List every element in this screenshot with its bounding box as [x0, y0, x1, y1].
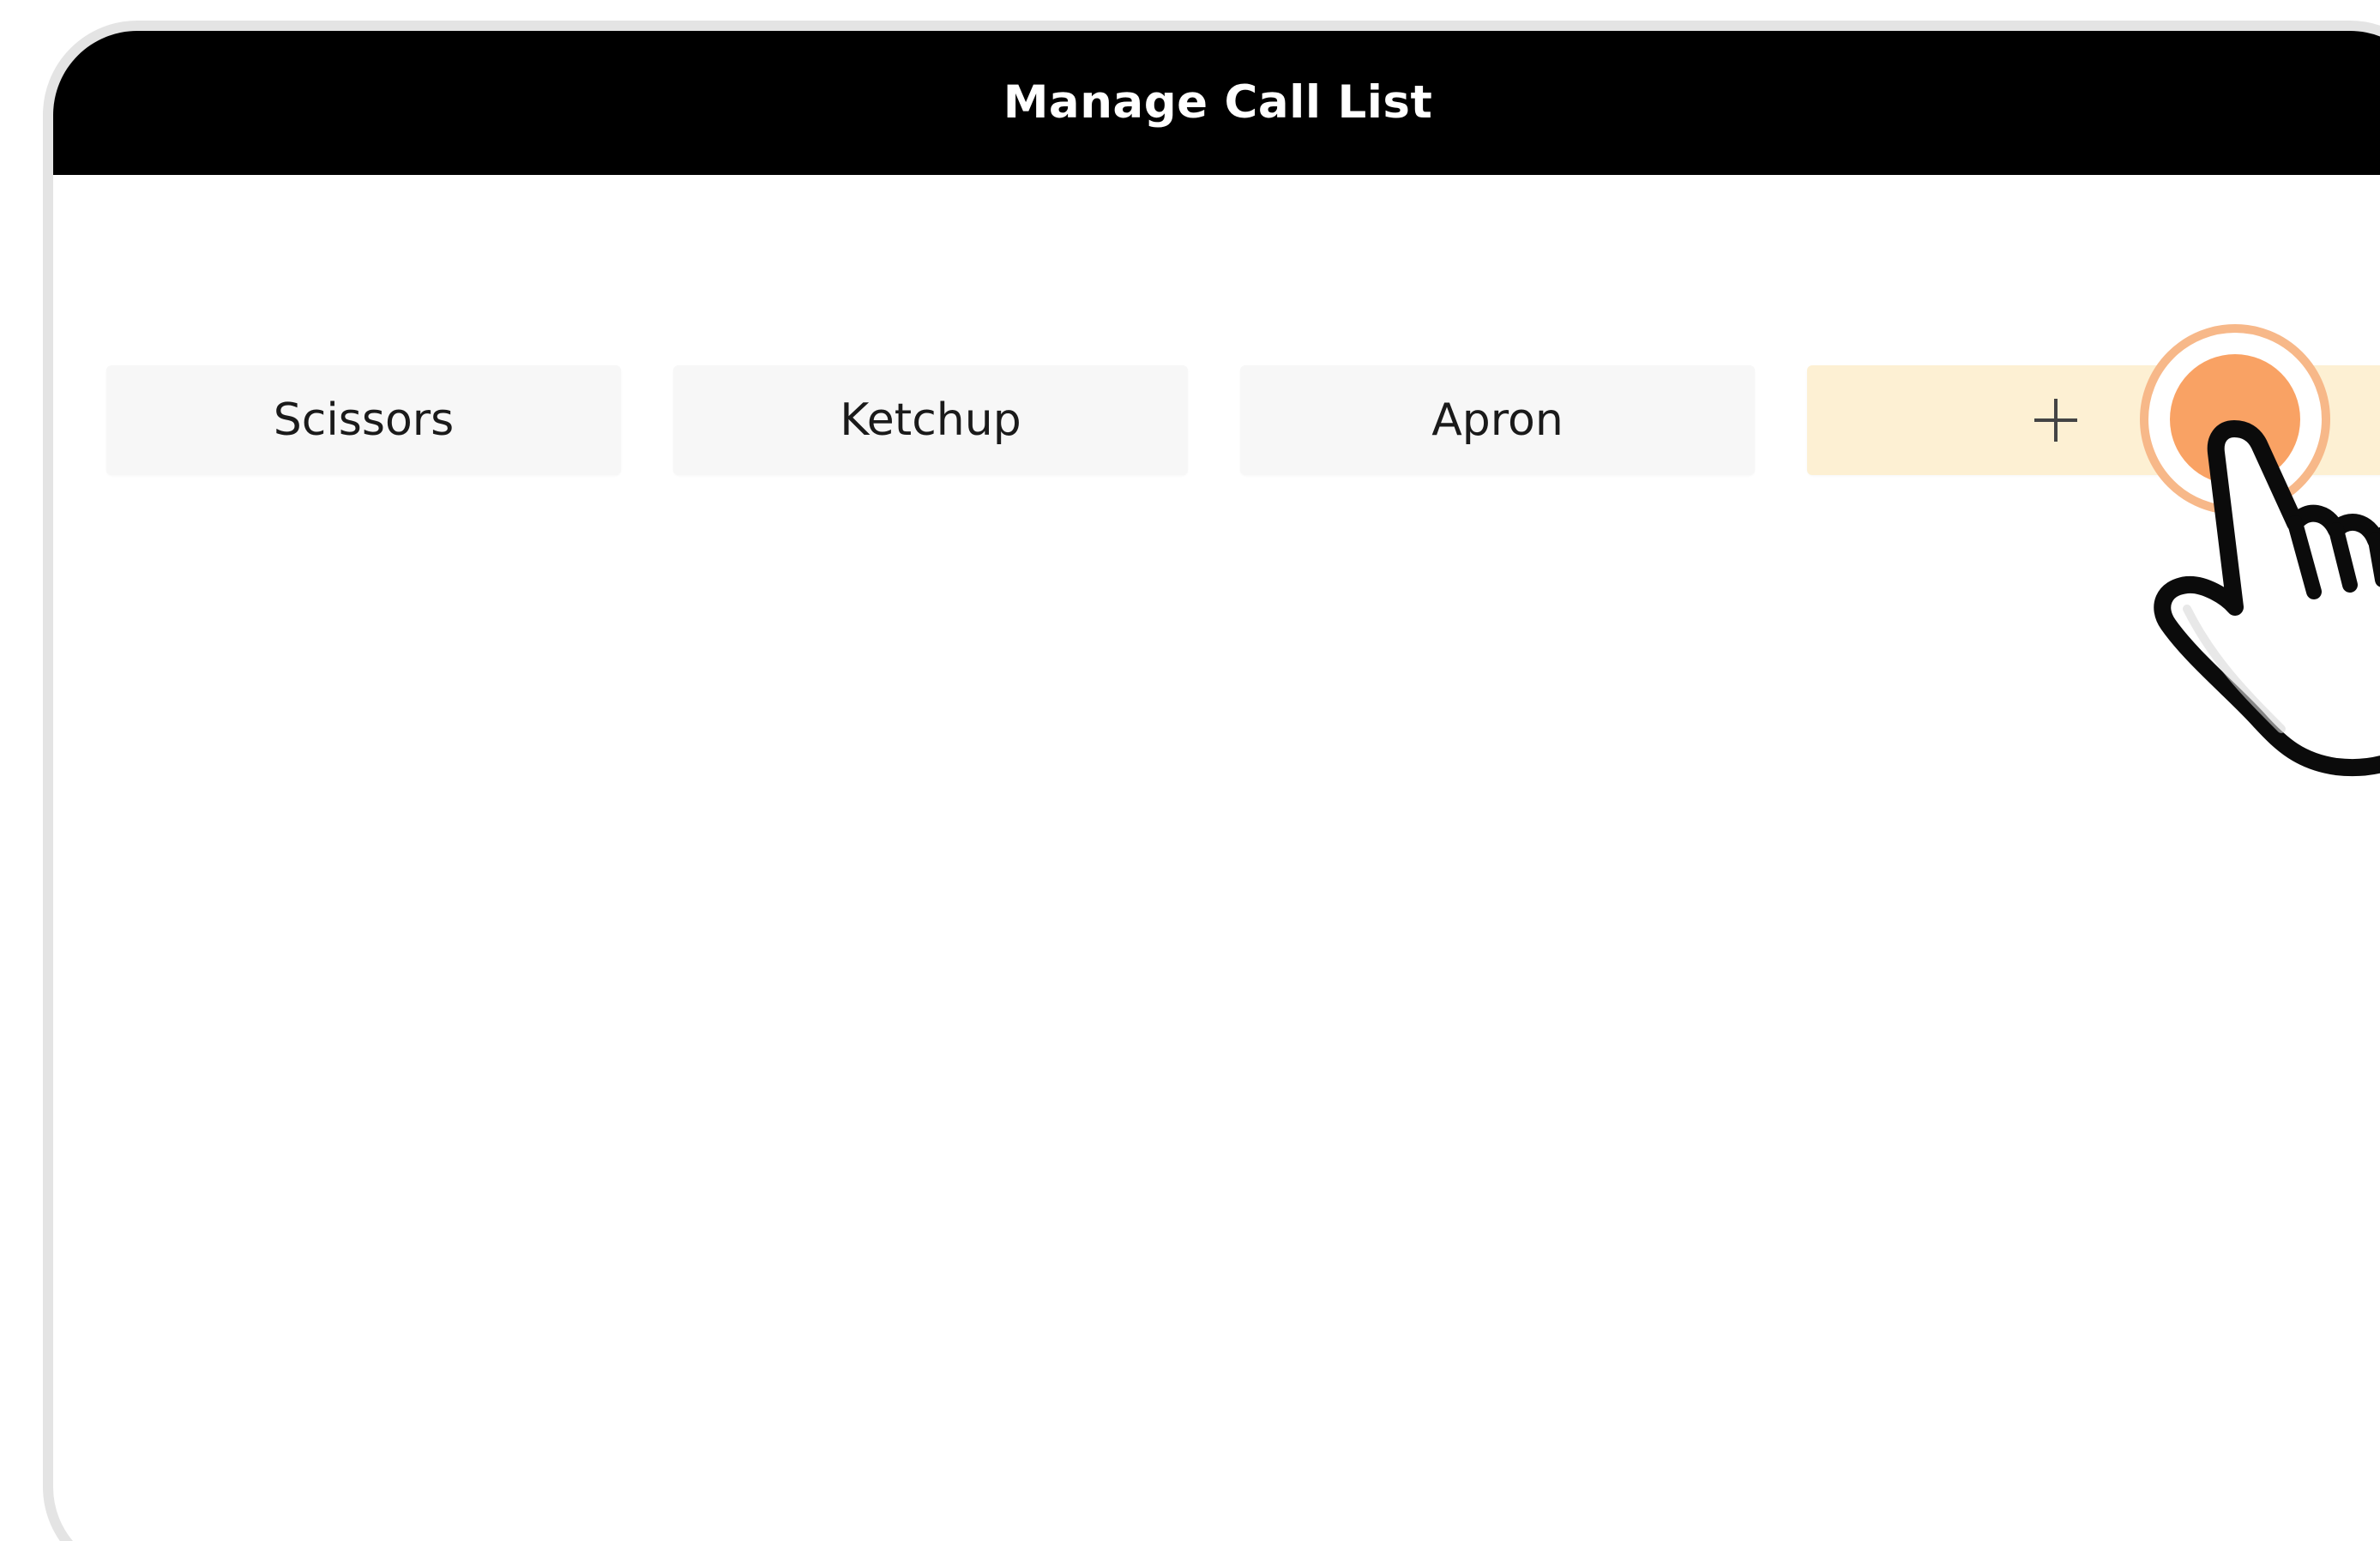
tablet-frame: Manage Call List Scissors Ketchup Apron — [43, 21, 2380, 1541]
call-list-item-label: Ketchup — [840, 394, 1021, 446]
header-bar: Manage Call List — [53, 31, 2380, 175]
page-title: Manage Call List — [1003, 76, 1433, 129]
call-list-item-label: Scissors — [273, 394, 455, 446]
tap-hand-icon — [2154, 420, 2380, 776]
screen: Manage Call List Scissors Ketchup Apron — [0, 0, 2380, 1541]
call-list-item-ketchup[interactable]: Ketchup — [673, 365, 1188, 475]
call-list-item-apron[interactable]: Apron — [1240, 365, 1755, 475]
call-list-item-label: Apron — [1431, 394, 1564, 446]
call-list-item-scissors[interactable]: Scissors — [106, 365, 621, 475]
plus-icon — [2034, 399, 2077, 442]
